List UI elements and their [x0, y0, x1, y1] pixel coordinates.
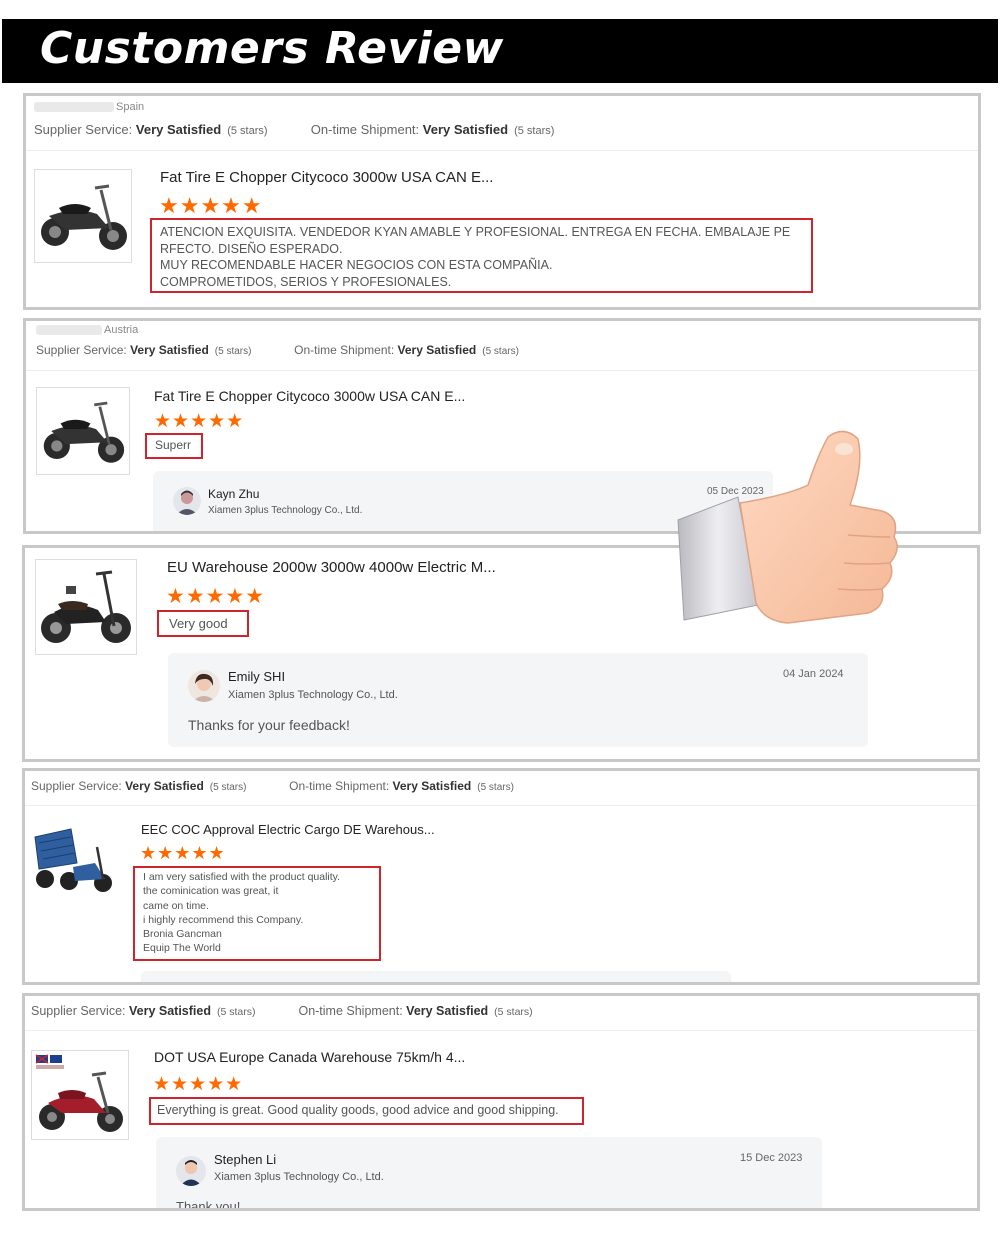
product-thumbnail[interactable]: [31, 823, 117, 901]
star-rating: ★★★★★: [166, 585, 266, 608]
rating-summary: Supplier Service: Very Satisfied (5 stars…: [36, 343, 519, 357]
review-text-box: Everything is great. Good quality goods,…: [149, 1097, 584, 1125]
star-rating: ★★★★★: [140, 843, 226, 863]
scooter-image: [43, 401, 125, 463]
seller-avatar: [188, 670, 220, 702]
star-rating: ★★★★★: [153, 1074, 244, 1095]
seller-reply-collapsed: [141, 971, 731, 982]
product-thumbnail[interactable]: [35, 559, 137, 655]
page-banner: Customers Review: [2, 19, 998, 83]
review-text: I am very satisfied with the product qua…: [143, 871, 341, 955]
seller-reply: Stephen Li Xiamen 3plus Technology Co., …: [156, 1137, 822, 1211]
review-text: Very good: [169, 616, 228, 631]
star-rating: ★★★★★: [154, 411, 245, 432]
product-thumbnail[interactable]: [31, 1050, 129, 1140]
review-text-box: Very good: [157, 610, 249, 637]
scooter-image: [35, 1054, 123, 1132]
reply-date: 04 Jan 2024: [783, 668, 844, 680]
page-title: Customers Review: [40, 23, 504, 74]
review-card-5: Supplier Service: Very Satisfied (5 stars…: [22, 993, 980, 1211]
review-text-box: Superr: [145, 433, 203, 459]
scooter-image: [41, 184, 127, 250]
product-title[interactable]: EEC COC Approval Electric Cargo DE Wareh…: [141, 822, 435, 837]
seller-name: Kayn Zhu: [208, 487, 260, 501]
product-title[interactable]: DOT USA Europe Canada Warehouse 75km/h 4…: [154, 1049, 465, 1065]
scooter-image: [41, 570, 131, 643]
reply-message: Thank you!: [176, 1199, 241, 1211]
seller-company: Xiamen 3plus Technology Co., Ltd.: [228, 689, 398, 701]
seller-reply: Emily SHI Xiamen 3plus Technology Co., L…: [168, 653, 868, 747]
review-card-4: Supplier Service: Very Satisfied (5 stars…: [22, 768, 980, 985]
seller-name: Emily SHI: [228, 669, 286, 684]
review-text: ATENCION EXQUISITA. VENDEDOR KYAN AMABLE…: [160, 225, 791, 289]
reply-date: 15 Dec 2023: [740, 1152, 803, 1164]
review-card-1: Spain Supplier Service: Very Satisfied (5…: [23, 93, 981, 310]
cargo-trike-image: [34, 828, 112, 892]
product-title[interactable]: Fat Tire E Chopper Citycoco 3000w USA CA…: [160, 169, 493, 186]
product-thumbnail[interactable]: [34, 169, 132, 263]
rating-summary: Supplier Service: Very Satisfied (5 stars…: [31, 779, 514, 793]
review-text: Everything is great. Good quality goods,…: [157, 1103, 559, 1117]
reply-message: Thanks for your feedback!: [188, 717, 350, 733]
review-text-box: I am very satisfied with the product qua…: [133, 866, 381, 961]
seller-avatar: [173, 487, 201, 515]
rating-summary: Supplier Service: Very Satisfied (5 stars…: [34, 122, 555, 137]
seller-name: Stephen Li: [214, 1152, 277, 1167]
rating-summary: Supplier Service: Very Satisfied (5 stars…: [31, 1004, 533, 1018]
star-rating: ★★★★★: [159, 193, 263, 218]
product-thumbnail[interactable]: [36, 387, 130, 475]
thumbs-up-icon: [677, 430, 898, 624]
blurred-reviewer-name: [34, 102, 114, 113]
product-title[interactable]: Fat Tire E Chopper Citycoco 3000w USA CA…: [154, 388, 465, 404]
review-text: Superr: [155, 438, 192, 452]
reviewer-location: Austria: [36, 324, 138, 336]
seller-company: Xiamen 3plus Technology Co., Ltd.: [208, 505, 363, 516]
seller-avatar: [176, 1156, 206, 1186]
product-title[interactable]: EU Warehouse 2000w 3000w 4000w Electric …: [167, 559, 496, 576]
seller-company: Xiamen 3plus Technology Co., Ltd.: [214, 1171, 384, 1183]
blurred-reviewer-name: [36, 325, 102, 336]
review-text-box: ATENCION EXQUISITA. VENDEDOR KYAN AMABLE…: [150, 218, 813, 293]
reviewer-location: Spain: [34, 101, 144, 113]
